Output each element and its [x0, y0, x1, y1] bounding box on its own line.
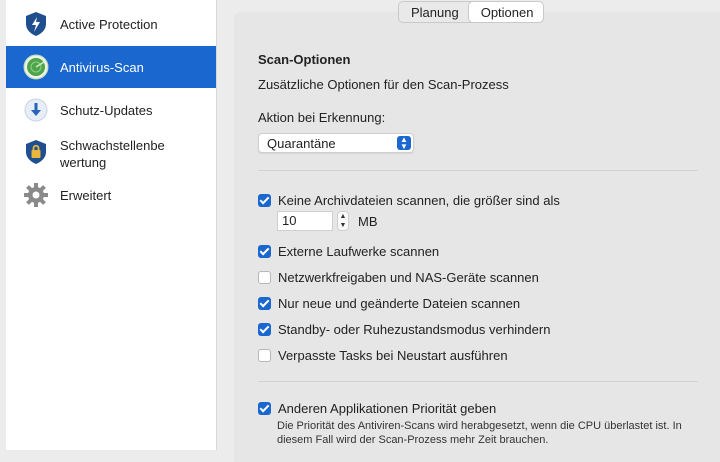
- radar-scan-icon: [23, 54, 49, 80]
- archive-size-input[interactable]: 10: [277, 211, 333, 231]
- checkbox-row-network[interactable]: Netzwerkfreigaben und NAS-Geräte scannen: [258, 270, 539, 285]
- action-select-value: Quarantäne: [267, 136, 336, 151]
- sidebar-item-active-protection[interactable]: Active Protection: [6, 8, 216, 40]
- checkbox-standby[interactable]: [258, 323, 271, 336]
- checkbox-row-priority[interactable]: Anderen Applikationen Priorität geben: [258, 401, 496, 416]
- sidebar: Active Protection Antivirus-Scan Schutz-…: [6, 0, 217, 450]
- archive-size-unit: MB: [358, 214, 378, 229]
- checkbox-label: Anderen Applikationen Priorität geben: [278, 401, 497, 416]
- checkbox-label: Externe Laufwerke scannen: [278, 244, 440, 259]
- sidebar-item-antivirus-scan[interactable]: Antivirus-Scan: [6, 46, 216, 88]
- checkbox-row-external[interactable]: Externe Laufwerke scannen: [258, 244, 439, 259]
- checkbox-network[interactable]: [258, 271, 271, 284]
- checkbox-row-new-files[interactable]: Nur neue und geänderte Dateien scannen: [258, 296, 520, 311]
- checkbox-priority[interactable]: [258, 402, 271, 415]
- checkbox-label: Standby- oder Ruhezustandsmodus verhinde…: [278, 322, 551, 337]
- checkbox-row-standby[interactable]: Standby- oder Ruhezustandsmodus verhinde…: [258, 322, 550, 337]
- sidebar-item-erweitert[interactable]: Erweitert: [6, 180, 216, 210]
- download-arrow-icon: [24, 98, 48, 122]
- sidebar-item-label: Schwachstellenbe wertung: [60, 138, 165, 170]
- priority-description: Die Priorität des Antiviren-Scans wird h…: [277, 420, 682, 446]
- divider: [258, 170, 698, 171]
- checkbox-external[interactable]: [258, 245, 271, 258]
- divider: [258, 381, 698, 382]
- archive-size-stepper[interactable]: ▲ ▼: [337, 211, 349, 231]
- checkbox-label: Verpasste Tasks bei Neustart ausführen: [278, 348, 508, 363]
- sidebar-item-schwachstellenbewertung[interactable]: Schwachstellenbe wertung: [6, 134, 216, 174]
- tab-optionen[interactable]: Optionen: [468, 2, 544, 22]
- checkbox-new-files[interactable]: [258, 297, 271, 310]
- checkbox-label: Keine Archivdateien scannen, die größer …: [278, 193, 560, 208]
- checkbox-row-archive[interactable]: Keine Archivdateien scannen, die größer …: [258, 193, 560, 208]
- shield-lock-icon: [26, 140, 46, 164]
- checkbox-archive[interactable]: [258, 194, 271, 207]
- gear-icon: [24, 183, 48, 207]
- sidebar-item-schutz-updates[interactable]: Schutz-Updates: [6, 94, 216, 126]
- sidebar-item-label: Erweitert: [60, 188, 112, 203]
- checkbox-label: Nur neue und geänderte Dateien scannen: [278, 296, 521, 311]
- checkbox-row-missed-tasks[interactable]: Verpasste Tasks bei Neustart ausführen: [258, 348, 508, 363]
- tab-planung[interactable]: Planung: [399, 2, 469, 22]
- section-title: Scan-Optionen: [258, 52, 351, 67]
- action-label: Aktion bei Erkennung:: [258, 110, 386, 125]
- sidebar-item-label: Schutz-Updates: [60, 103, 153, 118]
- section-subtitle: Zusätzliche Optionen für den Scan-Prozes…: [258, 77, 509, 92]
- checkbox-missed-tasks[interactable]: [258, 349, 271, 362]
- tab-bar: Planung Optionen: [398, 1, 545, 23]
- sidebar-item-label: Active Protection: [60, 17, 158, 32]
- sidebar-item-label: Antivirus-Scan: [60, 60, 144, 75]
- checkbox-label: Netzwerkfreigaben und NAS-Geräte scannen: [278, 270, 539, 285]
- shield-lightning-icon: [26, 12, 46, 36]
- action-select[interactable]: Quarantäne ▲ ▼: [258, 133, 414, 153]
- chevron-updown-icon: ▲ ▼: [397, 136, 411, 151]
